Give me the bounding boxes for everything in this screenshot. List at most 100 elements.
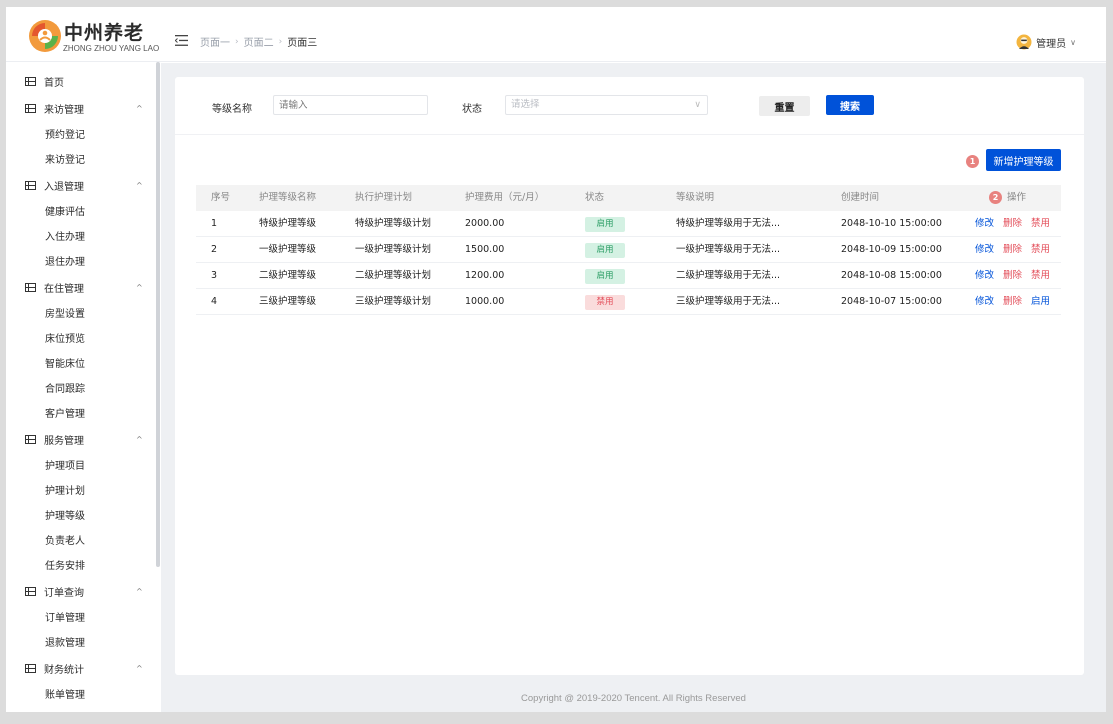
marker-badge: 2	[989, 191, 1002, 204]
sidebar-scrollbar[interactable]	[156, 62, 160, 567]
level-name-input[interactable]	[273, 95, 428, 115]
status-select-placeholder: 请选择	[511, 99, 540, 110]
sidebar-item[interactable]: 来访登记	[6, 146, 158, 171]
sidebar-group[interactable]: 首页	[6, 69, 158, 94]
app-window: 中州养老 ZHONG ZHOU YANG LAO 页面一 › 页面二 › 页面三…	[6, 7, 1106, 712]
level-name-label: 等级名称	[212, 104, 252, 115]
status-cell: 启用	[585, 263, 625, 289]
disable-link[interactable]: 禁用	[1031, 218, 1050, 229]
sidebar-item[interactable]: 护理项目	[6, 452, 158, 477]
sidebar-group[interactable]: 在住管理 ^	[6, 275, 158, 300]
sidebar-item[interactable]: 账单管理	[6, 681, 158, 706]
column-header: 创建时间	[841, 192, 880, 203]
breadcrumb-item[interactable]: 页面二	[244, 34, 274, 49]
sidebar-group-label: 服务管理	[44, 436, 84, 447]
logo[interactable]: 中州养老 ZHONG ZHOU YANG LAO	[26, 17, 166, 57]
table-cell-fee: 1000.00	[465, 296, 505, 307]
table-cell-no: 3	[211, 270, 218, 281]
chevron-down-icon: ∨	[1070, 37, 1076, 47]
sidebar-item[interactable]: 智能床位	[6, 350, 158, 375]
chevron-up-icon: ^	[136, 104, 143, 113]
reset-button[interactable]: 重置	[759, 96, 810, 116]
sidebar-item[interactable]: 合同跟踪	[6, 375, 158, 400]
table-header: 序号 护理等级名称 执行护理计划 护理费用（元/月） 状态 等级说明 创建时间 操作 2	[196, 185, 1061, 211]
add-care-level-button[interactable]: 新增护理等级	[986, 149, 1061, 171]
column-header: 状态	[585, 192, 605, 203]
table-cell-fee: 1200.00	[465, 270, 505, 281]
table-cell-created: 2048-10-07 15:00:00	[841, 296, 942, 307]
sidebar-item[interactable]: 预约登记	[6, 121, 158, 146]
sidebar-group[interactable]: 服务管理 ^	[6, 427, 158, 452]
sidebar-group-label: 来访管理	[44, 105, 84, 116]
sidebar-item[interactable]: 床位预览	[6, 325, 158, 350]
table-cell-name: 特级护理等级	[259, 218, 317, 229]
breadcrumb-item[interactable]: 页面一	[200, 34, 230, 49]
top-bar: 中州养老 ZHONG ZHOU YANG LAO 页面一 › 页面二 › 页面三…	[6, 7, 1106, 62]
status-badge: 启用	[585, 269, 625, 284]
user-menu[interactable]: 管理员 ∨	[1016, 34, 1076, 50]
delete-link[interactable]: 删除	[1003, 244, 1022, 255]
table-cell-desc: 三级护理等级用于无法...	[676, 296, 781, 307]
marker-badge: 1	[966, 155, 979, 168]
sidebar-item[interactable]: 护理计划	[6, 477, 158, 502]
sidebar-item[interactable]: 订单管理	[6, 604, 158, 629]
row-actions: 修改 删除 禁用	[975, 237, 1059, 263]
delete-link[interactable]: 删除	[1003, 218, 1022, 229]
edit-link[interactable]: 修改	[975, 270, 994, 281]
column-header: 操作	[1007, 192, 1027, 203]
menu-collapse-icon[interactable]	[175, 35, 188, 46]
edit-link[interactable]: 修改	[975, 244, 994, 255]
search-button[interactable]: 搜索	[826, 95, 874, 115]
table-cell-plan: 二级护理等级计划	[355, 270, 432, 281]
sidebar-item[interactable]: 房型设置	[6, 300, 158, 325]
chevron-up-icon: ^	[136, 181, 143, 190]
sidebar-item[interactable]: 健康评估	[6, 198, 158, 223]
care-level-table: 序号 护理等级名称 执行护理计划 护理费用（元/月） 状态 等级说明 创建时间 操作 2 1 特级…	[196, 185, 1061, 315]
table-cell-no: 4	[211, 296, 218, 307]
sidebar-item[interactable]: 入住办理	[6, 223, 158, 248]
table-cell-desc: 二级护理等级用于无法...	[676, 270, 781, 281]
sidebar-item[interactable]: 退住办理	[6, 248, 158, 273]
status-select[interactable]: 请选择 ∨	[505, 95, 708, 115]
sidebar-group[interactable]: 财务统计 ^	[6, 656, 158, 681]
edit-link[interactable]: 修改	[975, 218, 994, 229]
sidebar-item[interactable]: 负责老人	[6, 527, 158, 552]
sidebar-item[interactable]: 退款管理	[6, 629, 158, 654]
table-cell-created: 2048-10-10 15:00:00	[841, 218, 942, 229]
sidebar-group-label: 入退管理	[44, 182, 84, 193]
menu-grid-icon	[25, 283, 36, 292]
table-row: 2 一级护理等级 一级护理等级计划 1500.00 启用 一级护理等级用于无法... 204…	[196, 237, 1061, 263]
delete-link[interactable]: 删除	[1003, 296, 1022, 307]
sidebar-item[interactable]: 护理等级	[6, 502, 158, 527]
menu-grid-icon	[25, 77, 36, 86]
status-cell: 启用	[585, 237, 625, 263]
table-cell-plan: 一级护理等级计划	[355, 244, 432, 255]
status-badge: 启用	[585, 243, 625, 258]
sidebar-item[interactable]: 任务安排	[6, 552, 158, 577]
column-header: 执行护理计划	[355, 192, 413, 203]
table-cell-plan: 三级护理等级计划	[355, 296, 432, 307]
avatar	[1016, 34, 1032, 50]
disable-link[interactable]: 禁用	[1031, 270, 1050, 281]
delete-link[interactable]: 删除	[1003, 270, 1022, 281]
sidebar-group[interactable]: 订单查询 ^	[6, 579, 158, 604]
sidebar-item[interactable]: 客户管理	[6, 400, 158, 425]
sidebar-group[interactable]: 入退管理 ^	[6, 173, 158, 198]
edit-link[interactable]: 修改	[975, 296, 994, 307]
table-cell-name: 二级护理等级	[259, 270, 317, 281]
table-row: 4 三级护理等级 三级护理等级计划 1000.00 禁用 三级护理等级用于无法... 204…	[196, 289, 1061, 315]
sidebar-group-label: 财务统计	[44, 665, 84, 676]
table-cell-created: 2048-10-09 15:00:00	[841, 244, 942, 255]
enable-link[interactable]: 启用	[1031, 296, 1050, 307]
column-header: 等级说明	[676, 192, 715, 203]
status-cell: 启用	[585, 211, 625, 237]
table-cell-name: 三级护理等级	[259, 296, 317, 307]
breadcrumb: 页面一 › 页面二 › 页面三	[200, 34, 317, 50]
sidebar-group[interactable]: 来访管理 ^	[6, 96, 158, 121]
brand-title: 中州养老	[64, 22, 145, 44]
status-cell: 禁用	[585, 289, 625, 315]
table-cell-fee: 2000.00	[465, 218, 505, 229]
brand-subtitle: ZHONG ZHOU YANG LAO	[63, 44, 160, 53]
disable-link[interactable]: 禁用	[1031, 244, 1050, 255]
table-cell-no: 2	[211, 244, 218, 255]
